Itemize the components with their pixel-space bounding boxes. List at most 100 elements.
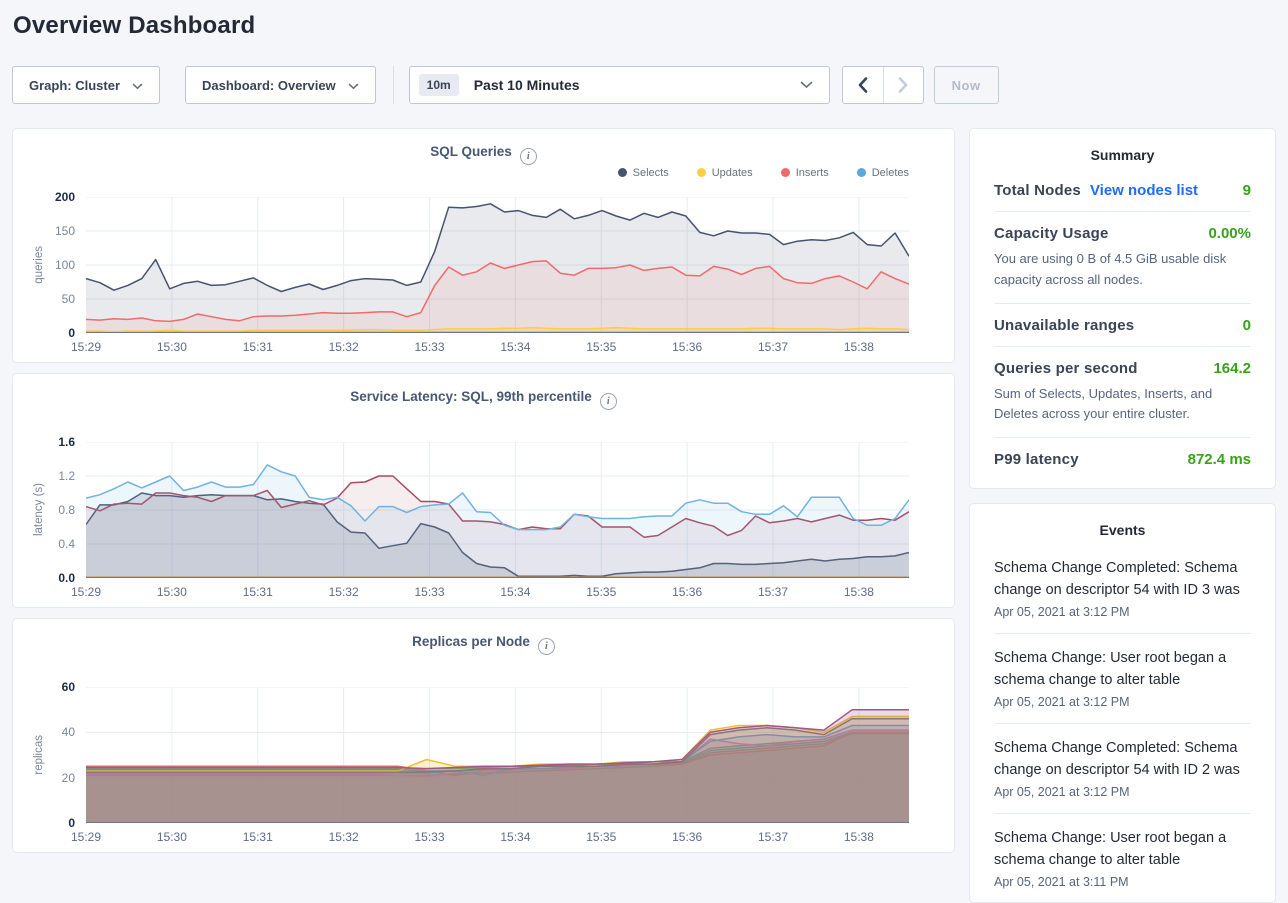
event-timestamp: Apr 05, 2021 at 3:12 PM [994, 695, 1251, 709]
summary-card: Summary Total Nodes View nodes list 9 Ca… [969, 128, 1276, 489]
summary-title: Summary [994, 147, 1251, 169]
x-axis-tick-label: 15:38 [835, 340, 883, 354]
view-nodes-list-link[interactable]: View nodes list [1090, 182, 1198, 199]
unavailable-ranges-label: Unavailable ranges [994, 317, 1134, 334]
x-axis-tick-label: 15:37 [749, 585, 797, 599]
unavailable-ranges-value: 0 [1243, 317, 1251, 334]
chart-panel-replicas-per-node: Replicas per Nodei replicas 020406015:29… [12, 618, 955, 853]
chart-service-latency: latency (s) 0.00.40.81.21.615:2915:3015:… [13, 430, 954, 608]
y-axis-tick-label: 0.8 [15, 503, 75, 517]
x-axis-tick-label: 15:36 [663, 340, 711, 354]
legend-item-updates[interactable]: Updates [697, 167, 753, 179]
summary-row-unavailable-ranges: Unavailable ranges 0 [994, 304, 1251, 347]
event-item[interactable]: Schema Change: User root began a schema … [994, 633, 1251, 723]
info-icon[interactable]: i [600, 393, 617, 410]
graph-dropdown[interactable]: Graph: Cluster [12, 66, 160, 104]
summary-row-total-nodes: Total Nodes View nodes list 9 [994, 169, 1251, 212]
summary-row-p99: P99 latency 872.4 ms [994, 438, 1251, 480]
x-axis-tick-label: 15:38 [835, 830, 883, 844]
chevron-right-icon [898, 77, 908, 93]
graph-dropdown-label: Graph: Cluster [29, 78, 120, 93]
chart-title: SQL Queries [430, 144, 512, 159]
legend-label: Selects [633, 167, 669, 179]
x-axis-tick-label: 15:34 [491, 830, 539, 844]
qps-description: Sum of Selects, Updates, Inserts, and De… [994, 384, 1251, 426]
now-button[interactable]: Now [934, 66, 999, 104]
event-text: Schema Change: User root began a schema … [994, 647, 1251, 691]
total-nodes-value: 9 [1243, 182, 1251, 199]
event-timestamp: Apr 05, 2021 at 3:12 PM [994, 785, 1251, 799]
x-axis-tick-label: 15:33 [406, 340, 454, 354]
page-title: Overview Dashboard [13, 12, 255, 40]
x-axis-tick-label: 15:30 [148, 830, 196, 844]
chart-plot-area[interactable] [86, 687, 909, 823]
x-axis-tick-label: 15:33 [406, 585, 454, 599]
dashboard-dropdown[interactable]: Dashboard: Overview [185, 66, 376, 104]
y-axis-tick-label: 150 [15, 224, 75, 238]
legend-dot [697, 168, 706, 177]
x-axis-tick-label: 15:36 [663, 830, 711, 844]
x-axis-tick-label: 15:33 [406, 830, 454, 844]
event-timestamp: Apr 05, 2021 at 3:11 PM [994, 875, 1251, 889]
info-icon[interactable]: i [520, 148, 537, 165]
qps-value: 164.2 [1213, 360, 1251, 377]
events-card: Events Schema Change Completed: Schema c… [969, 503, 1276, 903]
capacity-description: You are using 0 B of 4.5 GiB usable disk… [994, 249, 1251, 291]
event-text: Schema Change: User root began a schema … [994, 827, 1251, 871]
capacity-value: 0.00% [1208, 225, 1251, 242]
legend-item-selects[interactable]: Selects [618, 167, 669, 179]
chevron-down-icon [132, 78, 143, 93]
time-window-label: Past 10 Minutes [474, 77, 800, 93]
time-range-picker[interactable]: 10m Past 10 Minutes [409, 66, 830, 104]
chart-title: Service Latency: SQL, 99th percentile [350, 389, 592, 404]
x-axis-tick-label: 15:29 [62, 830, 110, 844]
events-title: Events [994, 522, 1251, 544]
event-item[interactable]: Schema Change: User root began a schema … [994, 813, 1251, 903]
event-text: Schema Change Completed: Schema change o… [994, 737, 1251, 781]
chevron-down-icon [800, 76, 813, 94]
x-axis-tick-label: 15:30 [148, 340, 196, 354]
events-list: Schema Change Completed: Schema change o… [994, 544, 1251, 903]
y-axis-tick-label: 60 [15, 680, 75, 694]
legend-item-deletes[interactable]: Deletes [857, 167, 909, 179]
chevron-left-icon [858, 77, 868, 93]
charts-column: SQL Queries i Selects Updates Inserts Delete… [12, 128, 957, 863]
info-icon[interactable]: i [538, 638, 555, 655]
chevron-down-icon [348, 78, 359, 93]
time-nav-arrows [842, 66, 924, 104]
event-item[interactable]: Schema Change Completed: Schema change o… [994, 723, 1251, 813]
x-axis-tick-label: 15:34 [491, 340, 539, 354]
y-axis-tick-label: 200 [15, 190, 75, 204]
y-axis-tick-label: 1.2 [15, 469, 75, 483]
legend-item-inserts[interactable]: Inserts [781, 167, 829, 179]
toolbar-divider [393, 66, 394, 104]
x-axis-tick-label: 15:37 [749, 830, 797, 844]
x-axis-tick-label: 15:31 [234, 340, 282, 354]
chart-panel-service-latency: Service Latency: SQL, 99th percentilei l… [12, 373, 955, 608]
chart-plot-area[interactable] [86, 442, 909, 578]
y-axis-tick-label: 0 [15, 816, 75, 830]
legend-label: Updates [712, 167, 753, 179]
chart-legend: Selects Updates Inserts Deletes [13, 167, 954, 185]
x-axis-tick-label: 15:30 [148, 585, 196, 599]
time-window-badge: 10m [419, 74, 459, 96]
chart-sql-queries: queries 05010015020015:2915:3015:3115:32… [13, 185, 954, 363]
y-axis-tick-label: 0 [15, 326, 75, 340]
x-axis-tick-label: 15:32 [320, 340, 368, 354]
y-axis-tick-label: 100 [15, 258, 75, 272]
y-axis-tick-label: 0.4 [15, 537, 75, 551]
chart-panel-sql-queries: SQL Queries i Selects Updates Inserts Delete… [12, 128, 955, 363]
x-axis-tick-label: 15:36 [663, 585, 711, 599]
event-item[interactable]: Schema Change Completed: Schema change o… [994, 544, 1251, 633]
legend-label: Deletes [872, 167, 909, 179]
x-axis-tick-label: 15:32 [320, 830, 368, 844]
legend-dot [857, 168, 866, 177]
p99-latency-label: P99 latency [994, 451, 1079, 468]
x-axis-tick-label: 15:35 [577, 830, 625, 844]
chart-plot-area[interactable] [86, 197, 909, 333]
legend-dot [618, 168, 627, 177]
summary-row-capacity: Capacity Usage 0.00% You are using 0 B o… [994, 212, 1251, 304]
next-window-button[interactable] [883, 67, 923, 103]
prev-window-button[interactable] [843, 67, 883, 103]
y-axis-tick-label: 20 [15, 771, 75, 785]
